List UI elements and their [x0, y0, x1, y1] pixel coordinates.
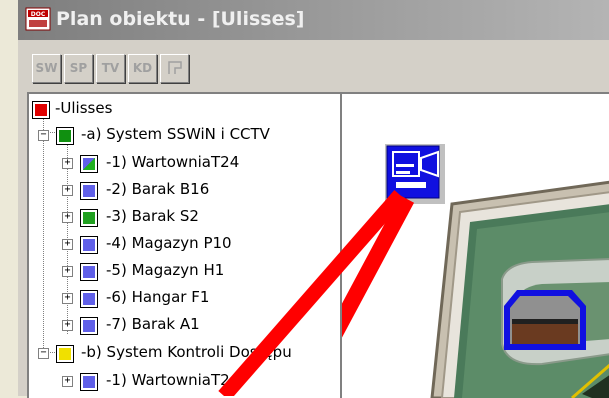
kd-button[interactable]: KD: [128, 54, 157, 83]
tree-item-label: -4) Magazyn P10: [106, 234, 232, 252]
doc-app-icon: DOC: [25, 7, 51, 31]
expand-icon[interactable]: +: [62, 212, 73, 223]
expand-icon[interactable]: +: [62, 185, 73, 196]
window-title: Plan obiektu - [Ulisses]: [56, 8, 305, 30]
plan-window: DOC Plan obiektu - [Ulisses] SW SP TV KD…: [18, 0, 609, 398]
expand-icon[interactable]: +: [62, 293, 73, 304]
corner-tool-button[interactable]: [160, 54, 189, 83]
expand-icon[interactable]: +: [62, 376, 73, 387]
bunker-shape[interactable]: [504, 290, 586, 350]
object-tree[interactable]: -Ulisses − -a) System SSWiN i CCTV + -1)…: [27, 92, 343, 398]
expand-icon[interactable]: +: [62, 320, 73, 331]
tv-button[interactable]: TV: [96, 54, 125, 83]
tree-item-label: -b) System Kontroli Dostępu: [81, 343, 292, 361]
status-icon: [80, 155, 98, 173]
status-icon: [80, 236, 98, 254]
status-icon: [32, 101, 50, 119]
status-icon: [80, 317, 98, 335]
collapse-icon[interactable]: −: [38, 348, 49, 359]
tree-item-label: -7) Barak A1: [106, 315, 200, 333]
tree-item-label: -3) Barak S2: [106, 207, 199, 225]
status-icon: [80, 290, 98, 308]
status-icon: [56, 127, 74, 145]
status-icon: [56, 345, 74, 363]
collapse-icon[interactable]: −: [38, 130, 49, 141]
title-bar[interactable]: DOC Plan obiektu - [Ulisses]: [18, 0, 609, 40]
plan-canvas[interactable]: [340, 92, 609, 398]
tree-item-label: -2) Barak B16: [106, 180, 210, 198]
tree-item-label: -1) WartowniaT24: [106, 153, 240, 171]
expand-icon[interactable]: +: [62, 266, 73, 277]
tree-item-label: -a) System SSWiN i CCTV: [81, 125, 270, 143]
tree-item-label: -5) Magazyn H1: [106, 261, 225, 279]
status-icon: [80, 209, 98, 227]
sp-button[interactable]: SP: [64, 54, 93, 83]
expand-icon[interactable]: +: [62, 239, 73, 250]
status-icon: [80, 182, 98, 200]
tree-item-label: -1) WartowniaT24: [106, 371, 240, 389]
toolbar: SW SP TV KD: [18, 40, 609, 90]
corner-icon: [167, 61, 182, 74]
svg-text:DOC: DOC: [31, 11, 46, 18]
pointer-line: [342, 195, 415, 338]
status-icon: [80, 373, 98, 391]
status-icon: [80, 263, 98, 281]
expand-icon[interactable]: +: [62, 158, 73, 169]
tree-item-label: -6) Hangar F1: [106, 288, 210, 306]
tree-item-label: -Ulisses: [55, 99, 113, 117]
site-map: [342, 144, 609, 398]
camera-icon[interactable]: [385, 144, 445, 204]
sw-button[interactable]: SW: [32, 54, 61, 83]
